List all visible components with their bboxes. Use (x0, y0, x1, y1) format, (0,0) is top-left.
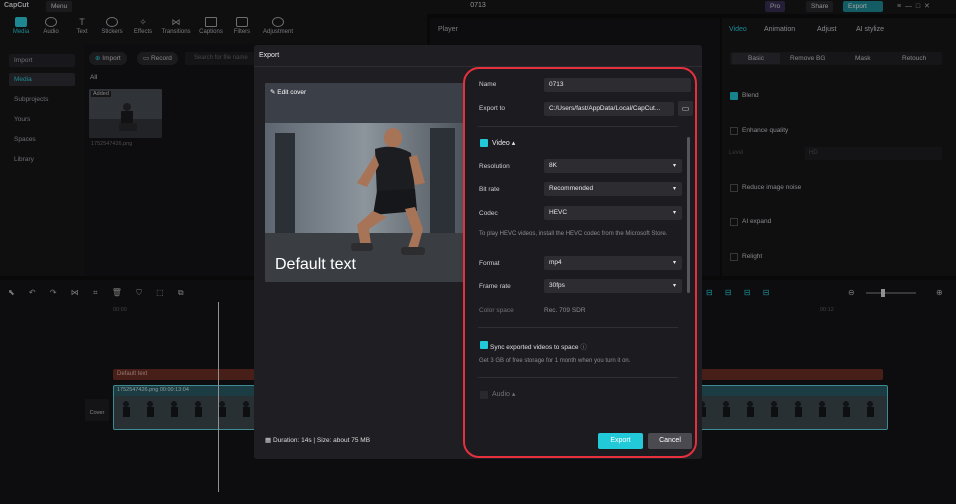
name-label: Name (479, 81, 497, 88)
chevron-up-icon: ▴ (511, 391, 516, 398)
sync-label: Sync exported videos to space ⓘ (490, 344, 587, 351)
folder-icon[interactable]: ▭ (678, 101, 693, 116)
export-path-input[interactable]: C:/Users/fast/AppData/Local/CapCut... (544, 102, 674, 116)
export-button[interactable]: Export (598, 433, 643, 449)
cover-preview[interactable] (265, 83, 464, 282)
bitrate-label: Bit rate (479, 186, 500, 193)
chevron-down-icon: ▾ (673, 210, 677, 216)
format-label: Format (479, 260, 500, 267)
format-select[interactable]: mp4 ▾ (544, 256, 682, 270)
codec-select[interactable]: HEVC ▾ (544, 206, 682, 220)
framerate-select[interactable]: 30fps ▾ (544, 279, 682, 293)
chevron-up-icon: ▴ (511, 140, 516, 147)
chevron-down-icon: ▾ (673, 186, 677, 192)
bitrate-select[interactable]: Recommended ▾ (544, 182, 682, 196)
duration-info: ▦ Duration: 14s | Size: about 75 MB (265, 437, 371, 444)
settings-scrollbar[interactable] (687, 137, 690, 293)
colorspace-label: Color space (479, 307, 514, 314)
chevron-down-icon: ▾ (673, 163, 677, 169)
export-dialog-title: Export (259, 52, 280, 59)
info-icon[interactable]: ⓘ (580, 344, 587, 351)
audio-checkbox[interactable] (480, 391, 488, 399)
colorspace-value: Rec. 709 SDR (544, 307, 586, 314)
edit-cover-button[interactable]: ✎ Edit cover (270, 88, 306, 96)
export-to-label: Export to (479, 105, 506, 112)
resolution-select[interactable]: 8K ▾ (544, 159, 682, 173)
divider-3 (478, 377, 678, 378)
video-section-label[interactable]: Video ▴ (492, 139, 515, 147)
sync-note: Get 3 GB of free storage for 1 month whe… (479, 358, 631, 364)
cover-default-text: Default text (275, 256, 356, 273)
film-icon: ▦ (265, 437, 273, 444)
chevron-down-icon: ▾ (673, 260, 677, 266)
audio-section-label[interactable]: Audio ▴ (492, 390, 515, 398)
codec-label: Codec (479, 210, 498, 217)
chevron-down-icon: ▾ (673, 283, 677, 289)
name-input[interactable]: 0713 (544, 78, 691, 92)
divider-1 (478, 126, 678, 127)
sync-checkbox[interactable] (480, 341, 488, 349)
resolution-label: Resolution (479, 163, 510, 170)
video-checkbox[interactable] (480, 139, 488, 147)
codec-note: To play HEVC videos, install the HEVC co… (479, 231, 668, 237)
cancel-button[interactable]: Cancel (648, 433, 692, 449)
divider-2 (478, 327, 678, 328)
framerate-label: Frame rate (479, 283, 511, 290)
